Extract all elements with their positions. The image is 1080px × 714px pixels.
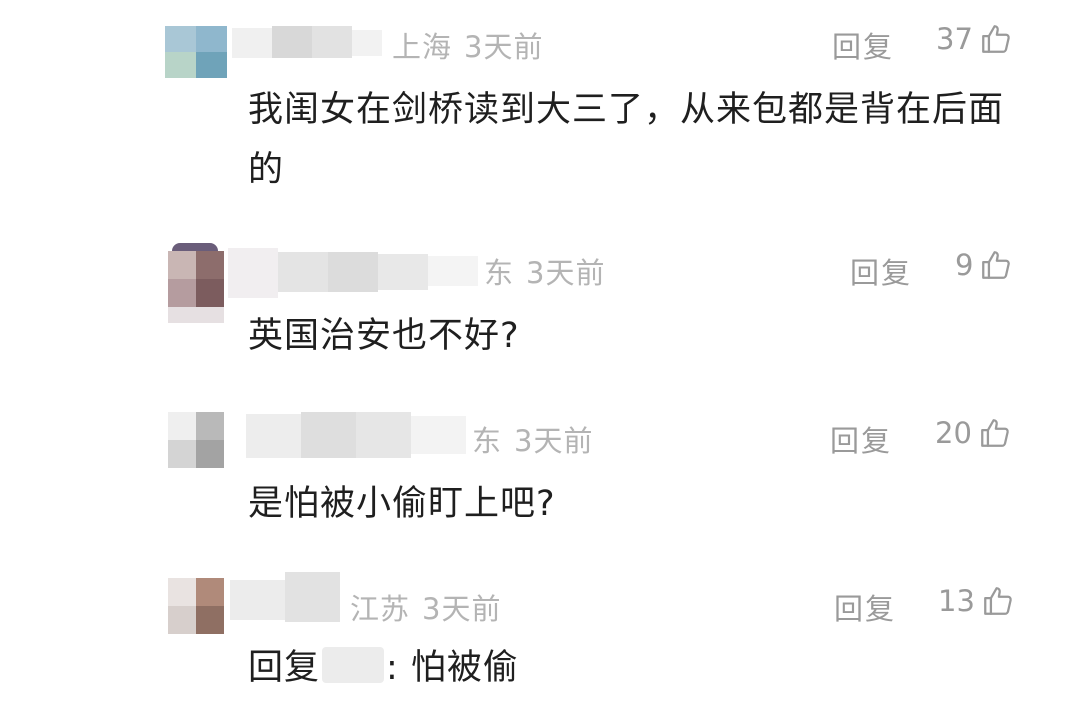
comment-text: 回复 : 怕被偷 [248,638,1038,698]
thumbs-up-icon [981,584,1015,618]
location-label: 江苏 [350,592,411,626]
comment-list: 上海 3天前 回复 37 我闺女在剑桥读到大三了，从来包都是背在后面的 东 3天… [0,0,1080,714]
comment-item: 江苏 3天前 回复 13 回复 : 怕被偷 [0,0,1080,714]
mention-blurred[interactable] [322,647,385,683]
like-count: 13 [938,584,975,618]
reply-button[interactable]: 回复 [834,586,896,628]
username-blurred[interactable] [230,572,340,626]
like-button[interactable]: 13 [938,584,1015,618]
avatar[interactable] [168,578,224,634]
comment-meta: 江苏 3天前 [350,586,501,628]
reply-prefix: 回复 [248,648,321,688]
reply-text: : 怕被偷 [386,648,519,688]
timestamp: 3天前 [422,592,502,626]
